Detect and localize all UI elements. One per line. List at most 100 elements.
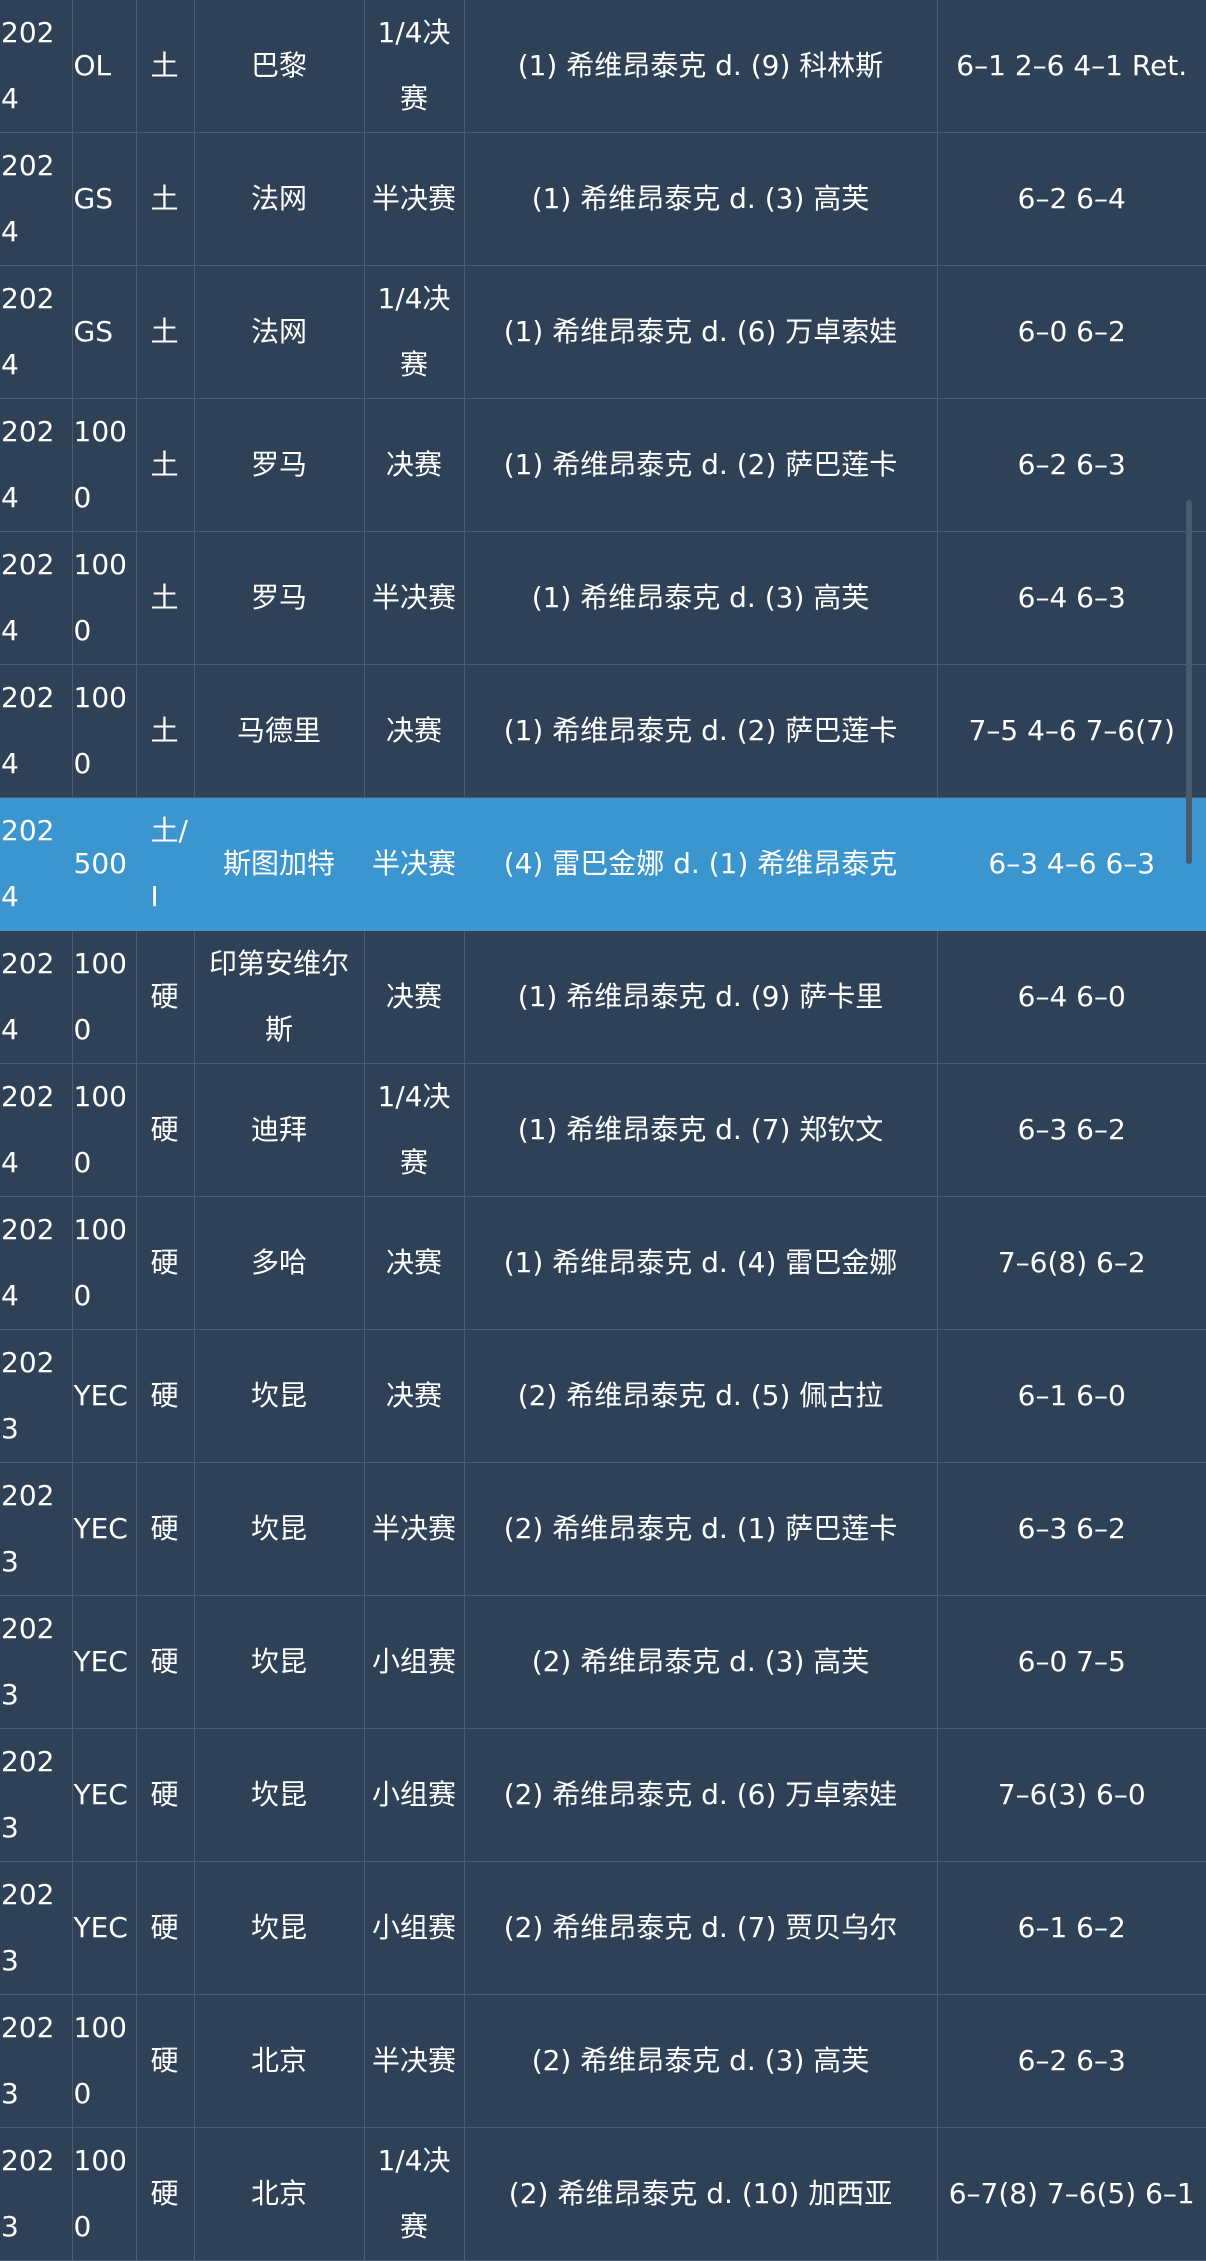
match-cell: (2) 希维昂泰克 d. (1) 萨巴莲卡: [464, 1462, 938, 1596]
year-cell: 2024: [0, 664, 73, 798]
level-cell: YEC: [72, 1861, 137, 1995]
round-cell: 决赛: [364, 930, 465, 1064]
surface-cell: 硬: [136, 930, 195, 1064]
score-cell: 6–2 6–3: [937, 398, 1206, 532]
match-cell: (2) 希维昂泰克 d. (10) 加西亚: [464, 2127, 938, 2261]
tournament-cell: 罗马: [194, 531, 365, 665]
tournament-cell: 巴黎: [194, 0, 365, 133]
year-cell: 2023: [0, 1462, 73, 1596]
table-row[interactable]: 2024 1000 土马德里 决赛 (1) 希维昂泰克 d. (2) 萨巴莲卡 7–5 4…: [0, 664, 1206, 798]
score-cell: 6–2 6–3: [937, 1994, 1206, 2128]
surface-cell: 土: [136, 0, 195, 133]
table-row[interactable]: 2024 GS 土法网 半决赛 (1) 希维昂泰克 d. (3) 高芙 6–2 6–4: [0, 132, 1206, 266]
surface-cell: 土: [136, 531, 195, 665]
year-cell: 2024: [0, 930, 73, 1064]
match-cell: (2) 希维昂泰克 d. (3) 高芙: [464, 1595, 938, 1729]
table-row[interactable]: 2023 YEC 硬坎昆 半决赛 (2) 希维昂泰克 d. (1) 萨巴莲卡 6–3 6–…: [0, 1462, 1206, 1596]
year-cell: 2023: [0, 1994, 73, 2128]
round-cell: 半决赛: [364, 1462, 465, 1596]
score-cell: 6–4 6–3: [937, 531, 1206, 665]
tournament-cell: 斯图加特: [194, 797, 365, 931]
level-cell: YEC: [72, 1595, 137, 1729]
tournament-cell: 马德里: [194, 664, 365, 798]
surface-cell: 土: [136, 132, 195, 266]
level-cell: 1000: [72, 2127, 137, 2261]
table-row[interactable]: 2024 OL 土巴黎 1/4决赛 (1) 希维昂泰克 d. (9) 科林斯 6–1 2–…: [0, 0, 1206, 133]
score-cell: 7–6(3) 6–0: [937, 1728, 1206, 1862]
round-cell: 决赛: [364, 664, 465, 798]
surface-cell: 硬: [136, 1329, 195, 1463]
round-cell: 半决赛: [364, 132, 465, 266]
round-cell: 半决赛: [364, 531, 465, 665]
table-row[interactable]: 2024 1000 硬迪拜 1/4决赛 (1) 希维昂泰克 d. (7) 郑钦文 6–3 …: [0, 1063, 1206, 1197]
level-cell: YEC: [72, 1462, 137, 1596]
match-cell: (2) 希维昂泰克 d. (7) 贾贝乌尔: [464, 1861, 938, 1995]
score-cell: 6–1 6–0: [937, 1329, 1206, 1463]
level-cell: 1000: [72, 930, 137, 1064]
match-cell: (1) 希维昂泰克 d. (6) 万卓索娃: [464, 265, 938, 399]
level-cell: 1000: [72, 531, 137, 665]
year-cell: 2024: [0, 398, 73, 532]
score-cell: 6–0 6–2: [937, 265, 1206, 399]
score-cell: 6–7(8) 7–6(5) 6–1: [937, 2127, 1206, 2261]
table-row[interactable]: 2023 1000 硬北京 半决赛 (2) 希维昂泰克 d. (3) 高芙 6–2 6–3: [0, 1994, 1206, 2128]
level-cell: 1000: [72, 664, 137, 798]
match-cell: (1) 希维昂泰克 d. (9) 科林斯: [464, 0, 938, 133]
match-cell: (2) 希维昂泰克 d. (6) 万卓索娃: [464, 1728, 938, 1862]
table-row[interactable]: 2023 YEC 硬坎昆 小组赛 (2) 希维昂泰克 d. (6) 万卓索娃 7–6(3)…: [0, 1728, 1206, 1862]
table-row[interactable]: 2023 1000 硬北京 1/4决赛 (2) 希维昂泰克 d. (10) 加西亚 6–7…: [0, 2127, 1206, 2261]
table-row[interactable]: 2023 YEC 硬坎昆 决赛 (2) 希维昂泰克 d. (5) 佩古拉 6–1 6–0: [0, 1329, 1206, 1463]
tournament-cell: 多哈: [194, 1196, 365, 1330]
surface-cell: 硬: [136, 1595, 195, 1729]
tournament-cell: 法网: [194, 132, 365, 266]
round-cell: 1/4决赛: [364, 1063, 465, 1197]
round-cell: 半决赛: [364, 797, 465, 931]
tournament-cell: 北京: [194, 2127, 365, 2261]
round-cell: 1/4决赛: [364, 0, 465, 133]
table-row[interactable]: 2024 GS 土法网 1/4决赛 (1) 希维昂泰克 d. (6) 万卓索娃 6–0 6…: [0, 265, 1206, 399]
table-row[interactable]: 2024 1000 硬印第安维尔斯 决赛 (1) 希维昂泰克 d. (9) 萨卡里 6–4…: [0, 930, 1206, 1064]
level-cell: GS: [72, 132, 137, 266]
score-cell: 6–4 6–0: [937, 930, 1206, 1064]
year-cell: 2023: [0, 2127, 73, 2261]
table-row[interactable]: 2024 1000 硬多哈 决赛 (1) 希维昂泰克 d. (4) 雷巴金娜 7–6(8)…: [0, 1196, 1206, 1330]
level-cell: OL: [72, 0, 137, 133]
surface-cell: 硬: [136, 1196, 195, 1330]
score-cell: 7–5 4–6 7–6(7): [937, 664, 1206, 798]
match-cell: (1) 希维昂泰克 d. (4) 雷巴金娜: [464, 1196, 938, 1330]
score-cell: 6–0 7–5: [937, 1595, 1206, 1729]
match-cell: (2) 希维昂泰克 d. (3) 高芙: [464, 1994, 938, 2128]
tournament-cell: 法网: [194, 265, 365, 399]
round-cell: 小组赛: [364, 1861, 465, 1995]
score-cell: 6–1 2–6 4–1 Ret.: [937, 0, 1206, 133]
year-cell: 2024: [0, 1196, 73, 1330]
level-cell: 1000: [72, 1994, 137, 2128]
tournament-cell: 北京: [194, 1994, 365, 2128]
table-row[interactable]: 2024 500 土/I 斯图加特 半决赛 (4) 雷巴金娜 d. (1) 希维昂泰克 6–…: [0, 797, 1206, 931]
round-cell: 小组赛: [364, 1595, 465, 1729]
table-row[interactable]: 2023 YEC 硬坎昆 小组赛 (2) 希维昂泰克 d. (3) 高芙 6–0 7–5: [0, 1595, 1206, 1729]
match-cell: (1) 希维昂泰克 d. (9) 萨卡里: [464, 930, 938, 1064]
match-cell: (2) 希维昂泰克 d. (5) 佩古拉: [464, 1329, 938, 1463]
tournament-cell: 印第安维尔斯: [194, 930, 365, 1064]
surface-cell: 硬: [136, 1462, 195, 1596]
tournament-cell: 迪拜: [194, 1063, 365, 1197]
year-cell: 2024: [0, 797, 73, 931]
surface-cell: 硬: [136, 1861, 195, 1995]
table-row[interactable]: 2024 1000 土罗马 决赛 (1) 希维昂泰克 d. (2) 萨巴莲卡 6–2 6–…: [0, 398, 1206, 532]
level-cell: GS: [72, 265, 137, 399]
level-cell: YEC: [72, 1728, 137, 1862]
table-row[interactable]: 2023 YEC 硬坎昆 小组赛 (2) 希维昂泰克 d. (7) 贾贝乌尔 6–1 6–…: [0, 1861, 1206, 1995]
year-cell: 2023: [0, 1728, 73, 1862]
round-cell: 决赛: [364, 1196, 465, 1330]
score-cell: 6–3 4–6 6–3: [937, 797, 1206, 931]
table-row[interactable]: 2024 1000 土罗马 半决赛 (1) 希维昂泰克 d. (3) 高芙 6–4 6–3: [0, 531, 1206, 665]
round-cell: 小组赛: [364, 1728, 465, 1862]
surface-cell: 土: [136, 398, 195, 532]
tournament-cell: 坎昆: [194, 1462, 365, 1596]
surface-cell: 硬: [136, 2127, 195, 2261]
year-cell: 2024: [0, 265, 73, 399]
vertical-scrollbar[interactable]: [1186, 500, 1192, 864]
match-cell: (1) 希维昂泰克 d. (3) 高芙: [464, 132, 938, 266]
year-cell: 2023: [0, 1595, 73, 1729]
